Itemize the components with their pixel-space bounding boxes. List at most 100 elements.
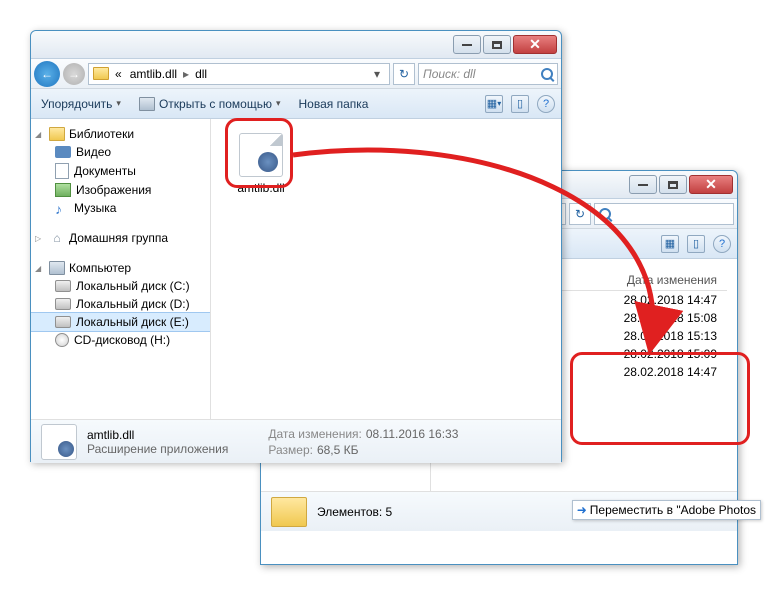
size-value: 68,5 КБ bbox=[317, 443, 359, 457]
open-with-menu[interactable]: Открыть с помощью ▾ bbox=[135, 95, 285, 113]
refresh-button[interactable]: ↻ bbox=[393, 63, 415, 85]
disk-icon bbox=[55, 298, 71, 310]
app-icon bbox=[139, 97, 155, 111]
preview-pane-icon[interactable]: ▯ bbox=[687, 235, 705, 253]
cell-date: 28.02.2018 15:08 bbox=[624, 311, 717, 325]
address-bar[interactable]: « amtlib.dll ▸ dll ▾ bbox=[88, 63, 390, 85]
computer-icon bbox=[49, 261, 65, 275]
sidebar-item-disk-d[interactable]: Локальный диск (D:) bbox=[31, 295, 210, 313]
maximize-icon bbox=[492, 41, 502, 49]
sidebar-item-cd[interactable]: CD-дисковод (H:) bbox=[31, 331, 210, 349]
details-filetype: Расширение приложения bbox=[87, 442, 228, 456]
sidebar-item-disk-e[interactable]: Локальный диск (E:) bbox=[31, 313, 210, 331]
folder-icon bbox=[271, 497, 307, 527]
search-box[interactable] bbox=[594, 203, 734, 225]
titlebar[interactable]: ✕ bbox=[31, 31, 561, 59]
help-icon[interactable]: ? bbox=[537, 95, 555, 113]
homegroup-icon: ⌂ bbox=[49, 231, 65, 245]
search-icon bbox=[541, 68, 553, 80]
search-box[interactable]: Поиск: dll bbox=[418, 63, 558, 85]
date-value: 08.11.2016 16:33 bbox=[366, 427, 459, 441]
music-icon: ♪ bbox=[55, 201, 69, 215]
sidebar-label: Изображения bbox=[76, 183, 151, 197]
view-icon[interactable]: ▦▾ bbox=[485, 95, 503, 113]
drag-tooltip: ➜ Переместить в "Adobe Photos bbox=[572, 500, 761, 520]
sidebar-label: Компьютер bbox=[69, 261, 131, 275]
cell-date: 28.02.2018 14:47 bbox=[624, 293, 717, 307]
close-icon: ✕ bbox=[705, 176, 717, 193]
breadcrumb-prefix[interactable]: « bbox=[113, 67, 124, 81]
drag-tooltip-text: Переместить в "Adobe Photos bbox=[590, 503, 756, 517]
sidebar-group-computer: Компьютер Локальный диск (C:) Локальный … bbox=[31, 259, 210, 349]
sidebar-label: CD-дисковод (H:) bbox=[74, 333, 170, 347]
sidebar-group-homegroup: ⌂ Домашняя группа bbox=[31, 229, 210, 247]
new-folder-button[interactable]: Новая папка bbox=[295, 95, 373, 113]
annotation-highlight-target bbox=[570, 352, 750, 445]
chevron-down-icon: ▾ bbox=[276, 98, 281, 109]
close-button[interactable]: ✕ bbox=[689, 175, 733, 194]
sidebar-item-images[interactable]: Изображения bbox=[31, 181, 210, 199]
chevron-down-icon: ▾ bbox=[116, 98, 121, 109]
sidebar-item-documents[interactable]: Документы bbox=[31, 161, 210, 181]
sidebar-item-disk-c[interactable]: Локальный диск (C:) bbox=[31, 277, 210, 295]
forward-button[interactable]: → bbox=[63, 63, 85, 85]
size-label: Размер: bbox=[268, 443, 313, 457]
sidebar-head-homegroup[interactable]: ⌂ Домашняя группа bbox=[31, 229, 210, 247]
status-text: Элементов: 5 bbox=[317, 505, 392, 519]
sidebar-label: Видео bbox=[76, 145, 111, 159]
folder-icon bbox=[93, 67, 109, 80]
toolbar-right: ▦ ▯ ? bbox=[661, 235, 731, 253]
organize-label: Упорядочить bbox=[41, 97, 112, 111]
back-button[interactable]: ← bbox=[34, 61, 60, 87]
move-arrow-icon: ➜ bbox=[577, 503, 587, 517]
details-meta: Дата изменения: 08.11.2016 16:33 Размер: 6… bbox=[268, 427, 458, 457]
preview-pane-icon[interactable]: ▯ bbox=[511, 95, 529, 113]
view-icon[interactable]: ▦ bbox=[661, 235, 679, 253]
search-icon bbox=[599, 208, 611, 220]
back-arrow-icon: ← bbox=[41, 67, 53, 81]
maximize-button[interactable] bbox=[659, 175, 687, 194]
dll-file-icon bbox=[41, 424, 77, 460]
breadcrumb-item[interactable]: amtlib.dll bbox=[128, 67, 179, 81]
gear-icon bbox=[58, 441, 74, 457]
maximize-icon bbox=[668, 181, 678, 189]
close-button[interactable]: ✕ bbox=[513, 35, 557, 54]
disk-icon bbox=[55, 280, 71, 292]
minimize-button[interactable] bbox=[453, 35, 481, 54]
column-date[interactable]: Дата изменения bbox=[627, 273, 717, 287]
library-icon bbox=[49, 127, 65, 141]
sidebar-head-computer[interactable]: Компьютер bbox=[31, 259, 210, 277]
chevron-right-icon[interactable]: ▸ bbox=[183, 67, 189, 81]
date-label: Дата изменения: bbox=[268, 427, 362, 441]
document-icon bbox=[55, 163, 69, 179]
sidebar-label: Документы bbox=[74, 164, 136, 178]
sidebar-item-music[interactable]: ♪Музыка bbox=[31, 199, 210, 217]
image-icon bbox=[55, 183, 71, 197]
sidebar-item-video[interactable]: Видео bbox=[31, 143, 210, 161]
minimize-button[interactable] bbox=[629, 175, 657, 194]
minimize-icon bbox=[462, 44, 472, 46]
sidebar-label: Локальный диск (E:) bbox=[76, 315, 189, 329]
video-icon bbox=[55, 146, 71, 158]
toolbar-right: ▦▾ ▯ ? bbox=[485, 95, 555, 113]
maximize-button[interactable] bbox=[483, 35, 511, 54]
explorer-window-dll[interactable]: ✕ ← → « amtlib.dll ▸ dll ▾ ↻ Поиск: dll … bbox=[30, 30, 562, 462]
sidebar-head-libraries[interactable]: Библиотеки bbox=[31, 125, 210, 143]
sidebar-label: Библиотеки bbox=[69, 127, 134, 141]
navigation-bar: ← → « amtlib.dll ▸ dll ▾ ↻ Поиск: dll bbox=[31, 59, 561, 89]
cd-icon bbox=[55, 333, 69, 347]
minimize-icon bbox=[638, 184, 648, 186]
sidebar-label: Домашняя группа bbox=[69, 231, 168, 245]
refresh-button[interactable]: ↻ bbox=[569, 203, 591, 225]
window-body: Библиотеки Видео Документы Изображения ♪… bbox=[31, 119, 561, 419]
details-text: amtlib.dll Расширение приложения bbox=[87, 428, 228, 456]
sidebar-group-libraries: Библиотеки Видео Документы Изображения ♪… bbox=[31, 125, 210, 217]
address-dropdown-icon[interactable]: ▾ bbox=[369, 67, 385, 81]
organize-menu[interactable]: Упорядочить ▾ bbox=[37, 95, 125, 113]
toolbar: Упорядочить ▾ Открыть с помощью ▾ Новая … bbox=[31, 89, 561, 119]
breadcrumb-item[interactable]: dll bbox=[193, 67, 209, 81]
open-with-label: Открыть с помощью bbox=[159, 97, 272, 111]
sidebar: Библиотеки Видео Документы Изображения ♪… bbox=[31, 119, 211, 419]
help-icon[interactable]: ? bbox=[713, 235, 731, 253]
sidebar-label: Локальный диск (D:) bbox=[76, 297, 190, 311]
